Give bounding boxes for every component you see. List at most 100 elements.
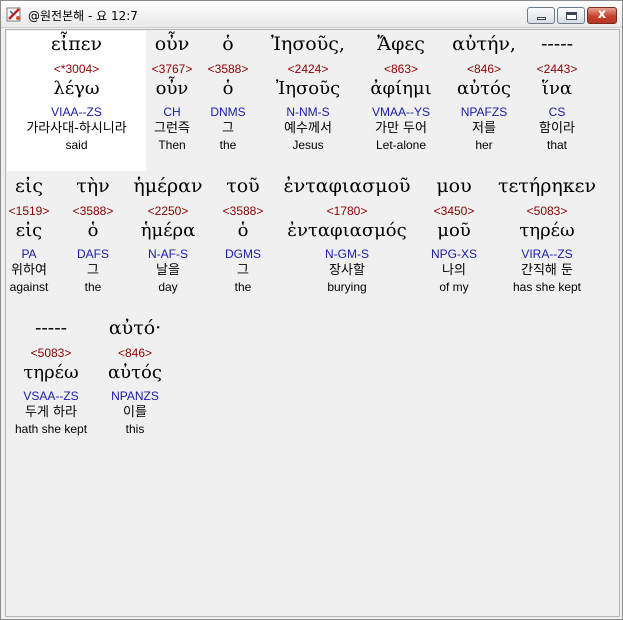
korean-gloss: 날을 <box>156 263 180 278</box>
greek-lemma: τηρέω <box>23 362 79 383</box>
morphology-code[interactable]: DGMS <box>212 246 274 262</box>
morphology-code[interactable]: N-AF-S <box>126 246 210 262</box>
greek-lemma: ἀφίημι <box>370 78 432 99</box>
morphology-code[interactable]: VMAA--YS <box>361 104 441 120</box>
greek-lemma: ἡμέρα <box>140 220 196 241</box>
morphology-code[interactable]: CS <box>528 104 586 120</box>
greek-word: Ἰησοῦς, <box>271 33 345 55</box>
korean-gloss: 위하여 <box>11 263 47 278</box>
strong-number[interactable]: <2424> <box>262 61 354 77</box>
morphology-code[interactable]: VIRA--ZS <box>488 246 606 262</box>
korean-gloss: 두게 하라 <box>25 405 77 420</box>
korean-gloss: 나의 <box>442 263 466 278</box>
korean-gloss: 장사할 <box>329 263 365 278</box>
morphology-code[interactable]: PA <box>7 246 51 262</box>
korean-gloss: 가라사대-하시니라 <box>26 121 127 136</box>
strong-number[interactable]: <2250> <box>126 203 210 219</box>
close-icon: x <box>597 7 607 22</box>
word-cell[interactable]: αὐτήν, <846> αὐτός NPAFZS 저를 her <box>443 31 525 153</box>
strong-number[interactable]: <5083> <box>488 203 606 219</box>
strong-number[interactable]: <1519> <box>7 203 51 219</box>
greek-lemma: ὁ <box>237 220 249 241</box>
word-cell[interactable]: μου <3450> μοῦ NPG-XS 나의 of my <box>426 173 482 295</box>
korean-gloss: 그 <box>222 121 234 136</box>
strong-number[interactable]: <2443> <box>528 61 586 77</box>
morphology-code[interactable]: VSAA--ZS <box>7 388 95 404</box>
word-cell[interactable]: ἐνταφιασμοῦ <1780> ἐνταφιασμός N-GM-S 장사… <box>274 173 420 295</box>
english-gloss: day <box>158 280 178 294</box>
strong-number[interactable]: <3588> <box>204 61 252 77</box>
word-cell[interactable]: ----- <5083> τηρέω VSAA--ZS 두게 하라 hath s… <box>7 315 95 437</box>
korean-gloss: 저를 <box>472 121 496 136</box>
greek-word: Ἄφες <box>377 33 425 55</box>
word-cell[interactable]: αὐτό· <846> αὐτός NPANZS 이를 this <box>100 315 170 437</box>
morphology-code[interactable]: VIAA--ZS <box>7 104 146 120</box>
word-cell[interactable]: Ἰησοῦς, <2424> Ἰησοῦς N-NM-S 예수께서 Jesus <box>262 31 354 153</box>
word-cell[interactable]: τοῦ <3588> ὁ DGMS 그 the <box>212 173 274 295</box>
strong-number[interactable]: <3767> <box>146 61 198 77</box>
korean-gloss: 이를 <box>123 405 147 420</box>
greek-lemma: Ἰησοῦς <box>275 78 341 99</box>
strong-number[interactable]: <5083> <box>7 345 95 361</box>
word-cell[interactable]: οὖν <3767> οὖν CH 그런즉 Then <box>146 31 198 153</box>
greek-lemma: μοῦ <box>437 220 471 241</box>
interlinear-panel: εἶπεν <*3004> λέγω VIAA--ZS 가라사대-하시니라 sa… <box>5 29 620 617</box>
greek-lemma: οὖν <box>155 78 189 99</box>
english-gloss: has she kept <box>512 280 582 294</box>
strong-number[interactable]: <3588> <box>64 203 122 219</box>
strong-number[interactable]: <3588> <box>212 203 274 219</box>
english-gloss: the <box>219 138 237 152</box>
greek-word: τοῦ <box>226 175 260 197</box>
greek-word: οὖν <box>154 33 190 55</box>
morphology-code[interactable]: NPANZS <box>100 388 170 404</box>
word-cell[interactable]: εἶπεν <*3004> λέγω VIAA--ZS 가라사대-하시니라 sa… <box>7 31 146 153</box>
english-gloss: the <box>234 280 252 294</box>
english-gloss: Let-alone <box>375 138 427 152</box>
morphology-code[interactable]: N-NM-S <box>262 104 354 120</box>
morphology-code[interactable]: NPG-XS <box>426 246 482 262</box>
morphology-code[interactable]: CH <box>146 104 198 120</box>
morphology-code[interactable]: DNMS <box>204 104 252 120</box>
maximize-button[interactable] <box>557 7 585 24</box>
greek-word: εἰς <box>15 175 43 197</box>
word-cell[interactable]: τετήρηκεν <5083> τηρέω VIRA--ZS 간직해 둔 ha… <box>488 173 606 295</box>
word-cell[interactable]: ὁ <3588> ὁ DNMS 그 the <box>204 31 252 153</box>
english-gloss: said <box>65 138 88 152</box>
word-cell[interactable]: ἡμέραν <2250> ἡμέρα N-AF-S 날을 day <box>126 173 210 295</box>
minimize-button[interactable] <box>527 7 555 24</box>
word-cell[interactable]: Ἄφες <863> ἀφίημι VMAA--YS 가만 두어 Let-alo… <box>361 31 441 153</box>
word-cell[interactable]: εἰς <1519> εἰς PA 위하여 against <box>7 173 51 295</box>
morphology-code[interactable]: DAFS <box>64 246 122 262</box>
strong-number[interactable]: <*3004> <box>7 61 146 77</box>
close-button[interactable]: x <box>587 7 617 24</box>
strong-number[interactable]: <846> <box>100 345 170 361</box>
greek-word: τετήρηκεν <box>497 175 597 197</box>
minimize-icon <box>537 17 546 20</box>
greek-lemma: ἵνα <box>541 78 573 99</box>
window-title: @원전본해 - 요 12:7 <box>28 9 138 23</box>
word-cell[interactable]: ----- <2443> ἵνα CS 함이라 that <box>528 31 586 153</box>
greek-word: ἡμέραν <box>133 175 203 197</box>
korean-gloss: 가만 두어 <box>375 121 427 136</box>
strong-number[interactable]: <863> <box>361 61 441 77</box>
word-cell[interactable]: τὴν <3588> ὁ DAFS 그 the <box>64 173 122 295</box>
bible-app-icon[interactable] <box>6 6 23 23</box>
morphology-code[interactable]: NPAFZS <box>443 104 525 120</box>
korean-gloss: 함이라 <box>539 121 575 136</box>
title-bar[interactable]: @원전본해 - 요 12:7 x <box>1 1 622 28</box>
strong-number[interactable]: <846> <box>443 61 525 77</box>
maximize-icon <box>566 12 577 20</box>
korean-gloss: 그 <box>87 263 99 278</box>
app-window: @원전본해 - 요 12:7 x εἶπεν <*3004> λέγω VIAA… <box>0 0 623 620</box>
morphology-code[interactable]: N-GM-S <box>274 246 420 262</box>
english-gloss: the <box>84 280 102 294</box>
english-gloss: this <box>125 422 145 436</box>
strong-number[interactable]: <3450> <box>426 203 482 219</box>
english-gloss: that <box>546 138 567 152</box>
greek-word: ----- <box>34 317 68 339</box>
korean-gloss: 간직해 둔 <box>521 263 573 278</box>
greek-lemma: τηρέω <box>519 220 575 241</box>
strong-number[interactable]: <1780> <box>274 203 420 219</box>
greek-word: μου <box>436 175 472 197</box>
greek-lemma: αὐτός <box>108 362 162 383</box>
